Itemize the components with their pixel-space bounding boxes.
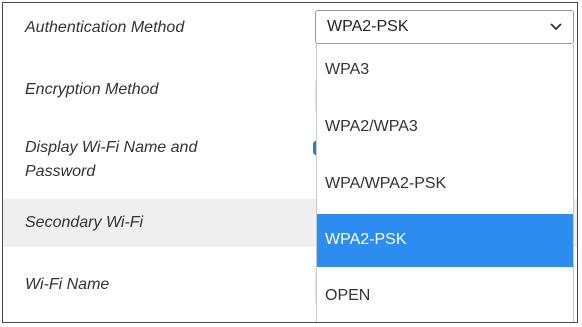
dropdown-option-wpa2-wpa3[interactable]: WPA2/WPA3 bbox=[317, 101, 573, 154]
secondary-wifi-label: Secondary Wi-Fi bbox=[25, 214, 144, 231]
dropdown-option-wpa2-psk[interactable]: WPA2-PSK bbox=[317, 214, 573, 267]
dropdown-option-open[interactable]: OPEN bbox=[317, 270, 573, 322]
option-label: WPA2-PSK bbox=[325, 231, 407, 248]
option-label: OPEN bbox=[325, 287, 371, 304]
display-wifi-name-label-line2: Password bbox=[25, 163, 96, 180]
dropdown-option-wpa3[interactable]: WPA3 bbox=[317, 44, 573, 97]
chevron-down-icon bbox=[550, 23, 562, 31]
authentication-method-selected-value: WPA2-PSK bbox=[327, 18, 409, 35]
option-label: WPA3 bbox=[325, 61, 370, 78]
authentication-method-label: Authentication Method bbox=[25, 19, 185, 36]
encryption-method-label: Encryption Method bbox=[25, 81, 159, 98]
option-label: WPA2/WPA3 bbox=[325, 118, 418, 135]
wifi-settings-form: Authentication Method Encryption Method … bbox=[2, 2, 578, 323]
wifi-name-label: Wi-Fi Name bbox=[25, 276, 110, 293]
authentication-method-dropdown: WPA3 WPA2/WPA3 WPA/WPA2-PSK WPA2-PSK OPE… bbox=[316, 44, 574, 322]
option-label: WPA/WPA2-PSK bbox=[325, 175, 447, 192]
authentication-method-select[interactable]: WPA2-PSK bbox=[315, 10, 574, 44]
dropdown-option-wpa-wpa2-psk[interactable]: WPA/WPA2-PSK bbox=[317, 158, 573, 211]
display-wifi-name-label-line1: Display Wi-Fi Name and bbox=[25, 139, 198, 156]
